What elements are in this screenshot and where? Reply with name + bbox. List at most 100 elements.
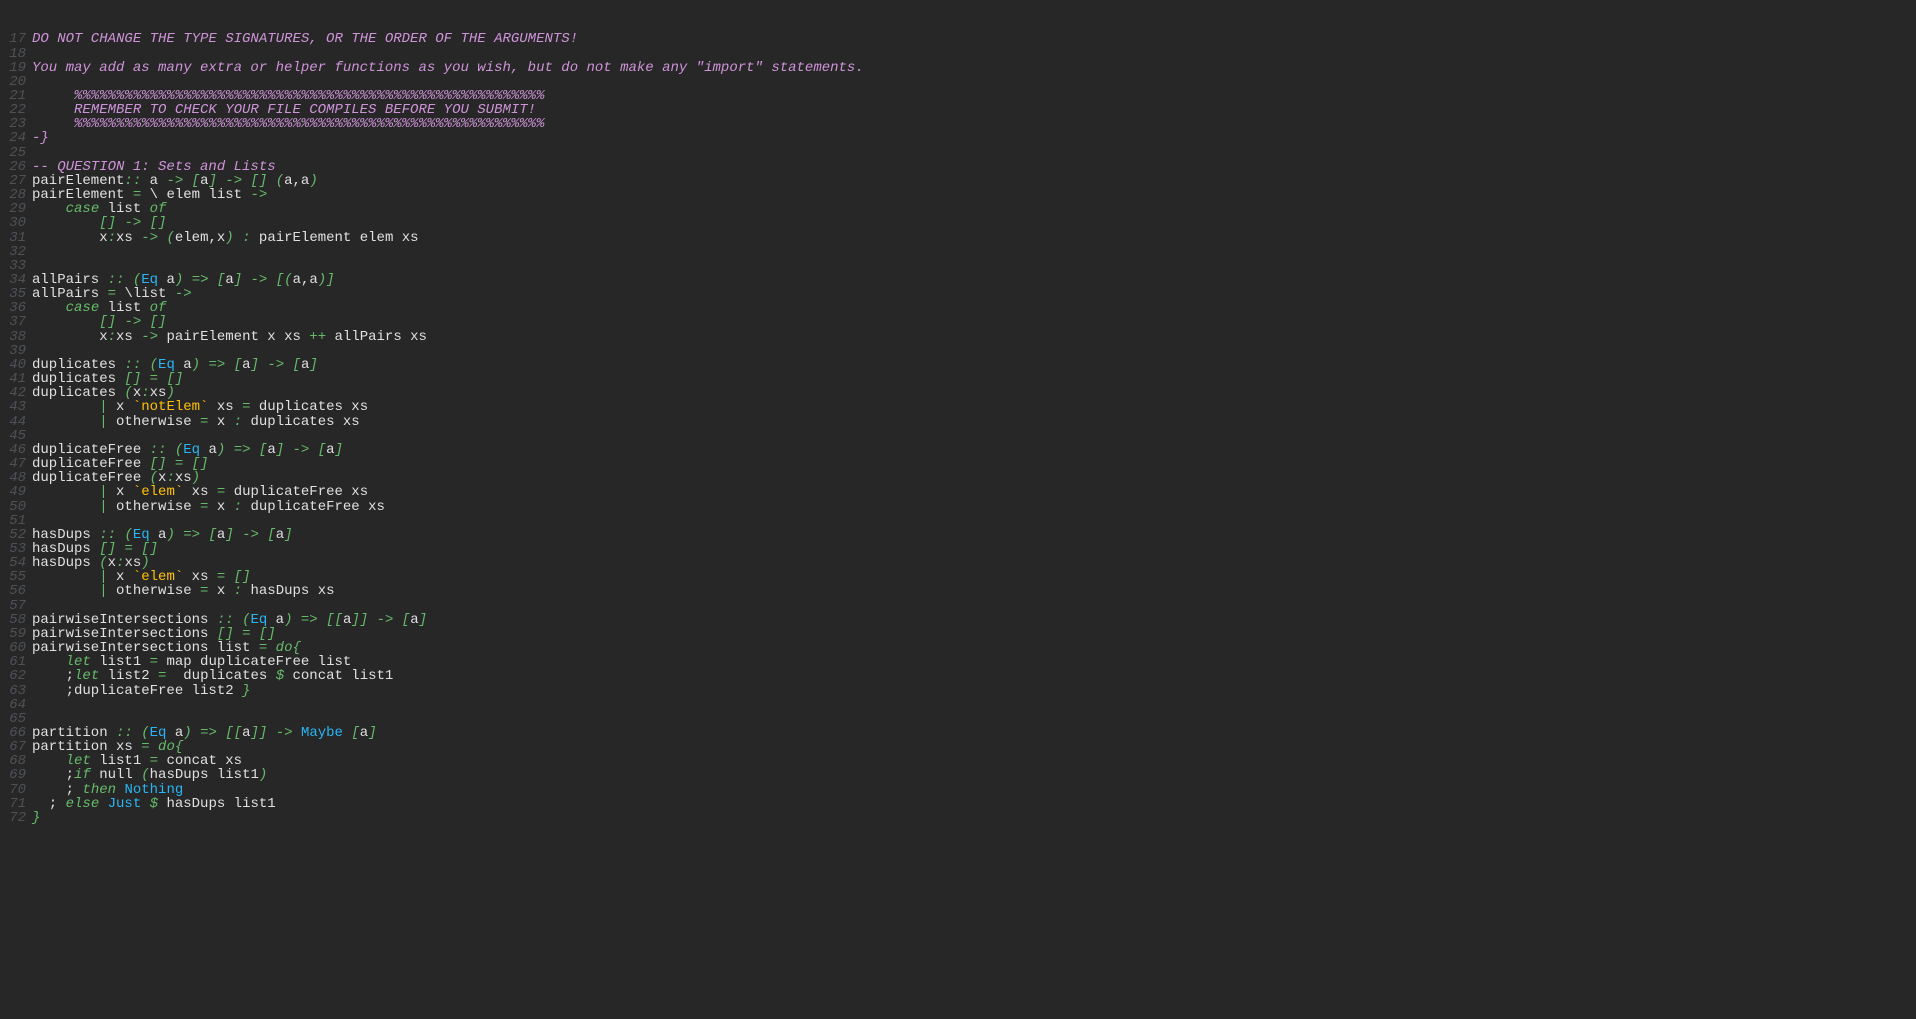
code-content[interactable]: ;let list2 = duplicates $ concat list1 bbox=[29, 669, 393, 683]
code-line[interactable]: 55 | x `elem` xs = [] bbox=[0, 570, 1916, 584]
code-line[interactable]: 27pairElement:: a -> [a] -> [] (a,a) bbox=[0, 174, 1916, 188]
code-line[interactable]: 50 | otherwise = x : duplicateFree xs bbox=[0, 500, 1916, 514]
code-content[interactable]: pairwiseIntersections :: (Eq a) => [[a]]… bbox=[29, 613, 427, 627]
code-line[interactable]: 46duplicateFree :: (Eq a) => [a] -> [a] bbox=[0, 443, 1916, 457]
code-line[interactable]: 34allPairs :: (Eq a) => [a] -> [(a,a)] bbox=[0, 273, 1916, 287]
code-content[interactable]: duplicateFree :: (Eq a) => [a] -> [a] bbox=[29, 443, 343, 457]
code-content[interactable]: [] -> [] bbox=[29, 216, 166, 230]
code-line[interactable]: 24-} bbox=[0, 131, 1916, 145]
code-content[interactable]: } bbox=[29, 811, 40, 825]
code-line[interactable]: 66partition :: (Eq a) => [[a]] -> Maybe … bbox=[0, 726, 1916, 740]
code-content[interactable]: x:xs -> (elem,x) : pairElement elem xs bbox=[29, 231, 419, 245]
code-content[interactable]: x:xs -> pairElement x xs ++ allPairs xs bbox=[29, 330, 427, 344]
code-line[interactable]: 21 %%%%%%%%%%%%%%%%%%%%%%%%%%%%%%%%%%%%%… bbox=[0, 89, 1916, 103]
code-content[interactable]: | x `elem` xs = [] bbox=[29, 570, 251, 584]
code-line[interactable]: 58pairwiseIntersections :: (Eq a) => [[a… bbox=[0, 613, 1916, 627]
code-line[interactable]: 39 bbox=[0, 344, 1916, 358]
code-line[interactable]: 40duplicates :: (Eq a) => [a] -> [a] bbox=[0, 358, 1916, 372]
code-line[interactable]: 48duplicateFree (x:xs) bbox=[0, 471, 1916, 485]
code-content[interactable]: case list of bbox=[29, 301, 166, 315]
code-line[interactable]: 61 let list1 = map duplicateFree list bbox=[0, 655, 1916, 669]
code-line[interactable]: 38 x:xs -> pairElement x xs ++ allPairs … bbox=[0, 330, 1916, 344]
code-line[interactable]: 63 ;duplicateFree list2 } bbox=[0, 684, 1916, 698]
code-content[interactable]: hasDups :: (Eq a) => [a] -> [a] bbox=[29, 528, 293, 542]
code-content[interactable]: | x `notElem` xs = duplicates xs bbox=[29, 400, 368, 414]
code-content[interactable]: case list of bbox=[29, 202, 166, 216]
code-line[interactable]: 70 ; then Nothing bbox=[0, 783, 1916, 797]
code-content[interactable]: allPairs :: (Eq a) => [a] -> [(a,a)] bbox=[29, 273, 335, 287]
code-content[interactable]: | otherwise = x : hasDups xs bbox=[29, 584, 335, 598]
code-line[interactable]: 69 ;if null (hasDups list1) bbox=[0, 768, 1916, 782]
code-content[interactable]: pairwiseIntersections list = do{ bbox=[29, 641, 301, 655]
code-line[interactable]: 52hasDups :: (Eq a) => [a] -> [a] bbox=[0, 528, 1916, 542]
code-line[interactable]: 68 let list1 = concat xs bbox=[0, 754, 1916, 768]
code-line[interactable]: 23 %%%%%%%%%%%%%%%%%%%%%%%%%%%%%%%%%%%%%… bbox=[0, 117, 1916, 131]
code-line[interactable]: 31 x:xs -> (elem,x) : pairElement elem x… bbox=[0, 231, 1916, 245]
code-content[interactable]: duplicateFree (x:xs) bbox=[29, 471, 200, 485]
code-content[interactable]: | x `elem` xs = duplicateFree xs bbox=[29, 485, 368, 499]
code-line[interactable]: 64 bbox=[0, 698, 1916, 712]
code-content[interactable]: You may add as many extra or helper func… bbox=[29, 61, 864, 75]
code-content[interactable]: partition xs = do{ bbox=[29, 740, 183, 754]
code-line[interactable]: 51 bbox=[0, 514, 1916, 528]
code-line[interactable]: 29 case list of bbox=[0, 202, 1916, 216]
code-line[interactable]: 32 bbox=[0, 245, 1916, 259]
code-line[interactable]: 54hasDups (x:xs) bbox=[0, 556, 1916, 570]
code-content[interactable]: ;if null (hasDups list1) bbox=[29, 768, 267, 782]
code-line[interactable]: 22 REMEMBER TO CHECK YOUR FILE COMPILES … bbox=[0, 103, 1916, 117]
code-content[interactable]: let list1 = concat xs bbox=[29, 754, 242, 768]
code-content[interactable]: -} bbox=[29, 131, 49, 145]
code-content[interactable]: pairElement:: a -> [a] -> [] (a,a) bbox=[29, 174, 318, 188]
code-content[interactable]: duplicateFree [] = [] bbox=[29, 457, 208, 471]
code-line[interactable]: 42duplicates (x:xs) bbox=[0, 386, 1916, 400]
code-editor[interactable]: 17DO NOT CHANGE THE TYPE SIGNATURES, OR … bbox=[0, 0, 1916, 825]
code-content[interactable]: duplicates [] = [] bbox=[29, 372, 183, 386]
code-line[interactable]: 71 ; else Just $ hasDups list1 bbox=[0, 797, 1916, 811]
code-line[interactable]: 47duplicateFree [] = [] bbox=[0, 457, 1916, 471]
code-line[interactable]: 62 ;let list2 = duplicates $ concat list… bbox=[0, 669, 1916, 683]
code-line[interactable]: 26-- QUESTION 1: Sets and Lists bbox=[0, 160, 1916, 174]
code-line[interactable]: 60pairwiseIntersections list = do{ bbox=[0, 641, 1916, 655]
code-content[interactable]: pairElement = \ elem list -> bbox=[29, 188, 267, 202]
code-content[interactable]: -- QUESTION 1: Sets and Lists bbox=[29, 160, 276, 174]
code-line[interactable]: 56 | otherwise = x : hasDups xs bbox=[0, 584, 1916, 598]
code-content[interactable]: ; then Nothing bbox=[29, 783, 183, 797]
code-line[interactable]: 25 bbox=[0, 146, 1916, 160]
code-content[interactable]: [] -> [] bbox=[29, 315, 166, 329]
code-line[interactable]: 44 | otherwise = x : duplicates xs bbox=[0, 415, 1916, 429]
code-line[interactable]: 53hasDups [] = [] bbox=[0, 542, 1916, 556]
code-line[interactable]: 67partition xs = do{ bbox=[0, 740, 1916, 754]
code-line[interactable]: 45 bbox=[0, 429, 1916, 443]
code-line[interactable]: 30 [] -> [] bbox=[0, 216, 1916, 230]
code-line[interactable]: 28pairElement = \ elem list -> bbox=[0, 188, 1916, 202]
code-content[interactable]: pairwiseIntersections [] = [] bbox=[29, 627, 276, 641]
code-line[interactable]: 49 | x `elem` xs = duplicateFree xs bbox=[0, 485, 1916, 499]
code-content[interactable]: hasDups (x:xs) bbox=[29, 556, 150, 570]
code-content[interactable]: ;duplicateFree list2 } bbox=[29, 684, 250, 698]
code-content[interactable]: hasDups [] = [] bbox=[29, 542, 158, 556]
code-content[interactable]: duplicates (x:xs) bbox=[29, 386, 175, 400]
code-line[interactable]: 65 bbox=[0, 712, 1916, 726]
code-line[interactable]: 59pairwiseIntersections [] = [] bbox=[0, 627, 1916, 641]
code-content[interactable]: | otherwise = x : duplicates xs bbox=[29, 415, 360, 429]
code-content[interactable]: partition :: (Eq a) => [[a]] -> Maybe [a… bbox=[29, 726, 377, 740]
code-line[interactable]: 43 | x `notElem` xs = duplicates xs bbox=[0, 400, 1916, 414]
code-line[interactable]: 20 bbox=[0, 75, 1916, 89]
code-line[interactable]: 18 bbox=[0, 47, 1916, 61]
code-content[interactable]: REMEMBER TO CHECK YOUR FILE COMPILES BEF… bbox=[29, 103, 536, 117]
code-content[interactable]: DO NOT CHANGE THE TYPE SIGNATURES, OR TH… bbox=[29, 32, 578, 46]
code-content[interactable]: %%%%%%%%%%%%%%%%%%%%%%%%%%%%%%%%%%%%%%%%… bbox=[29, 117, 544, 131]
code-line[interactable]: 41duplicates [] = [] bbox=[0, 372, 1916, 386]
code-content[interactable]: %%%%%%%%%%%%%%%%%%%%%%%%%%%%%%%%%%%%%%%%… bbox=[29, 89, 544, 103]
code-content[interactable]: let list1 = map duplicateFree list bbox=[29, 655, 351, 669]
code-line[interactable]: 37 [] -> [] bbox=[0, 315, 1916, 329]
code-line[interactable]: 35allPairs = \list -> bbox=[0, 287, 1916, 301]
code-line[interactable]: 72} bbox=[0, 811, 1916, 825]
code-line[interactable]: 57 bbox=[0, 599, 1916, 613]
code-line[interactable]: 19You may add as many extra or helper fu… bbox=[0, 61, 1916, 75]
code-content[interactable]: ; else Just $ hasDups list1 bbox=[29, 797, 276, 811]
code-content[interactable]: allPairs = \list -> bbox=[29, 287, 192, 301]
code-line[interactable]: 33 bbox=[0, 259, 1916, 273]
code-line[interactable]: 17DO NOT CHANGE THE TYPE SIGNATURES, OR … bbox=[0, 32, 1916, 46]
code-content[interactable]: duplicates :: (Eq a) => [a] -> [a] bbox=[29, 358, 318, 372]
